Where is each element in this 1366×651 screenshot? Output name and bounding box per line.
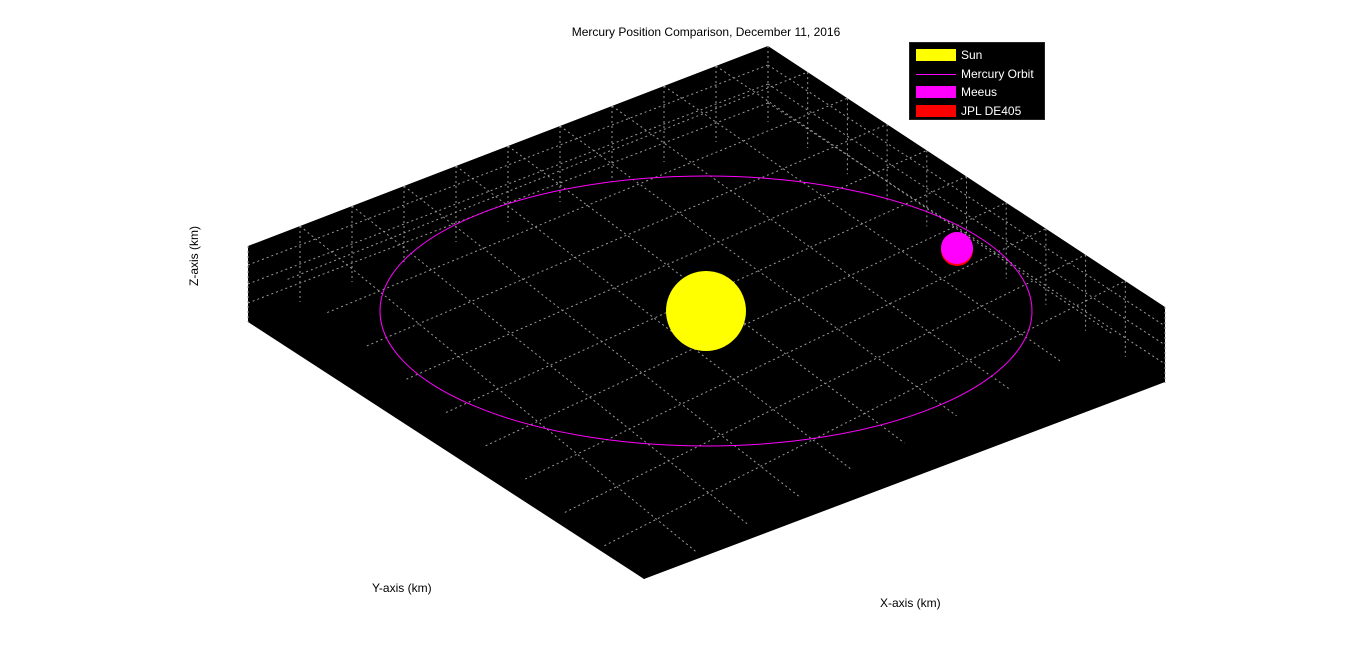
meeus-swatch: [916, 86, 956, 98]
legend: Sun Mercury Orbit Meeus JPL DE405: [909, 42, 1045, 120]
legend-item-sun: Sun: [916, 46, 982, 64]
legend-label: JPL DE405: [961, 104, 1022, 118]
legend-item-meeus: Meeus: [916, 83, 997, 101]
sun-swatch: [916, 49, 956, 61]
meeus-marker: [941, 232, 973, 264]
x-axis-label: X-axis (km): [880, 596, 941, 610]
z-axis-label: Z-axis (km): [187, 226, 201, 286]
legend-item-jpl-de405: JPL DE405: [916, 102, 1021, 120]
legend-label: Sun: [961, 48, 983, 62]
jpl-swatch: [916, 105, 956, 117]
plot-area: [247, 46, 1166, 579]
legend-item-mercury-orbit: Mercury Orbit: [916, 65, 1034, 83]
legend-label: Meeus: [961, 85, 998, 99]
legend-label: Mercury Orbit: [961, 67, 1034, 81]
orbit-line-swatch: [916, 73, 956, 75]
y-axis-label: Y-axis (km): [372, 581, 432, 595]
sun-sphere: [666, 271, 746, 351]
